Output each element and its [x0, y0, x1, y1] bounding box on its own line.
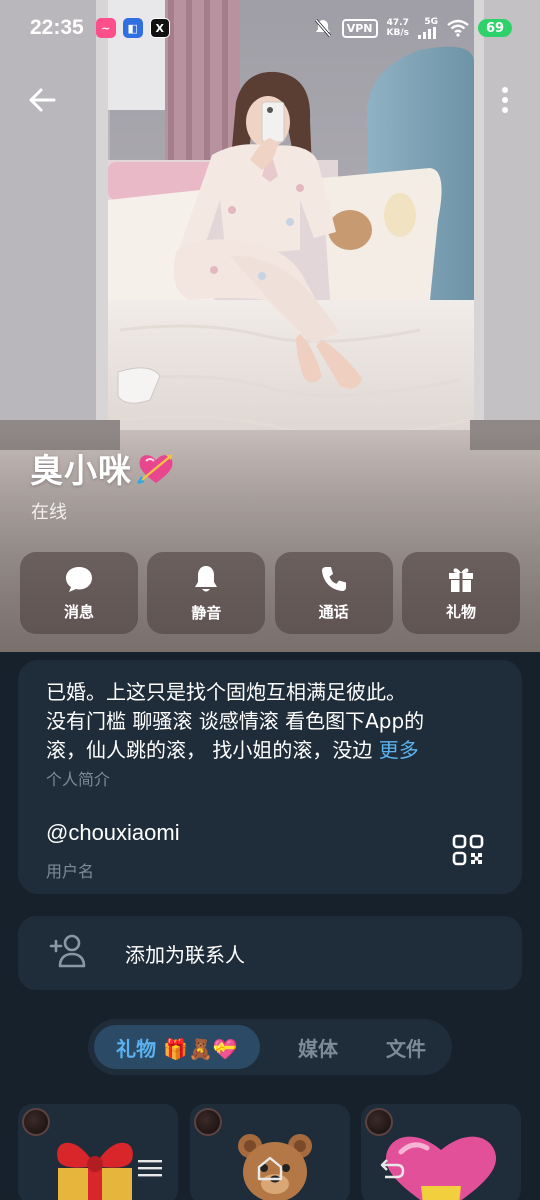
- call-button[interactable]: 通话: [274, 552, 393, 634]
- bio-line-last: 滚，仙人跳的滚， 找小姐的滚，没边 更多: [46, 736, 506, 765]
- phone-icon: [321, 566, 346, 591]
- chat-bubble-icon: [66, 566, 92, 592]
- back-button[interactable]: [22, 80, 62, 120]
- cell-signal: 5G: [418, 16, 438, 39]
- home-icon: [257, 1156, 283, 1181]
- network-speed: 47.7 KB/s: [387, 18, 409, 38]
- mute-button[interactable]: 静音: [147, 552, 266, 634]
- profile-name: 臭小咪: [30, 451, 132, 490]
- bio[interactable]: 已婚。上这只是找个固炮互相满足彼此。 没有门槛 聊骚滚 谈感情滚 看色图下App…: [46, 678, 506, 765]
- x-app-icon: X: [149, 18, 170, 38]
- bio-line: 滚，仙人跳的滚， 找小姐的滚，没边: [46, 738, 373, 762]
- battery-indicator: 69: [478, 19, 512, 37]
- app-notification-icon: ~: [95, 18, 116, 38]
- profile-header: 臭小咪: [30, 444, 176, 492]
- content-tabs: 礼物 🎁🧸💝 媒体 文件: [88, 1019, 452, 1075]
- more-options-button[interactable]: [490, 80, 520, 120]
- more-vertical-icon: [502, 87, 508, 113]
- tab-files[interactable]: 文件: [364, 1025, 448, 1069]
- tab-media[interactable]: 媒体: [270, 1025, 366, 1069]
- mute-button-label: 静音: [191, 603, 222, 622]
- add-contact-button[interactable]: 添加为联系人: [18, 916, 522, 990]
- wifi-icon: [447, 19, 469, 37]
- username-label: 用户名: [46, 862, 95, 881]
- qr-code-button[interactable]: [452, 834, 484, 866]
- bio-line: 没有门槛 聊骚滚 谈感情滚 看色图下App的: [46, 709, 425, 733]
- mute-bell-icon: [314, 19, 331, 37]
- bio-line: 已婚。上这只是找个固炮互相满足彼此。: [46, 680, 406, 704]
- app-notification-icon: ◧: [122, 18, 143, 38]
- nav-home-button[interactable]: [250, 1150, 290, 1186]
- add-contact-label: 添加为联系人: [125, 943, 245, 967]
- gift-button[interactable]: 礼物: [401, 552, 520, 634]
- status-time: 22:35: [30, 16, 84, 39]
- call-button-label: 通话: [318, 602, 349, 621]
- message-button-label: 消息: [63, 602, 94, 621]
- presence-status: 在线: [31, 502, 67, 523]
- network-speed-value: 47.7: [386, 18, 409, 28]
- message-button[interactable]: 消息: [20, 552, 138, 634]
- vpn-badge: VPN: [341, 18, 378, 38]
- qr-code-icon: [452, 834, 484, 866]
- username[interactable]: @chouxiaomi: [46, 820, 180, 846]
- gift-icon: [448, 567, 473, 592]
- network-speed-unit: KB/s: [386, 28, 409, 38]
- bell-icon: [195, 565, 218, 591]
- bio-label: 个人简介: [46, 770, 111, 789]
- return-icon: [380, 1159, 405, 1179]
- signal-bars-icon: [418, 26, 436, 39]
- signal-label: 5G: [424, 16, 438, 27]
- menu-icon: [138, 1160, 162, 1177]
- heart-with-arrow-icon: [137, 454, 173, 485]
- profile-actions: 消息 静音 通话 礼物: [20, 552, 520, 634]
- status-bar: 22:35 ~ ◧ X VPN 47.7 KB/s 5G 69: [0, 0, 540, 56]
- profile-info-card: 已婚。上这只是找个固炮互相满足彼此。 没有门槛 聊骚滚 谈感情滚 看色图下App…: [18, 660, 522, 894]
- bio-more-link[interactable]: 更多: [379, 738, 419, 762]
- nav-back-button[interactable]: [372, 1150, 412, 1186]
- back-arrow-icon: [29, 88, 56, 112]
- add-user-icon: [49, 934, 86, 968]
- tab-gifts[interactable]: 礼物 🎁🧸💝: [94, 1025, 260, 1069]
- gift-button-label: 礼物: [445, 602, 476, 621]
- nav-menu-button[interactable]: [130, 1150, 170, 1186]
